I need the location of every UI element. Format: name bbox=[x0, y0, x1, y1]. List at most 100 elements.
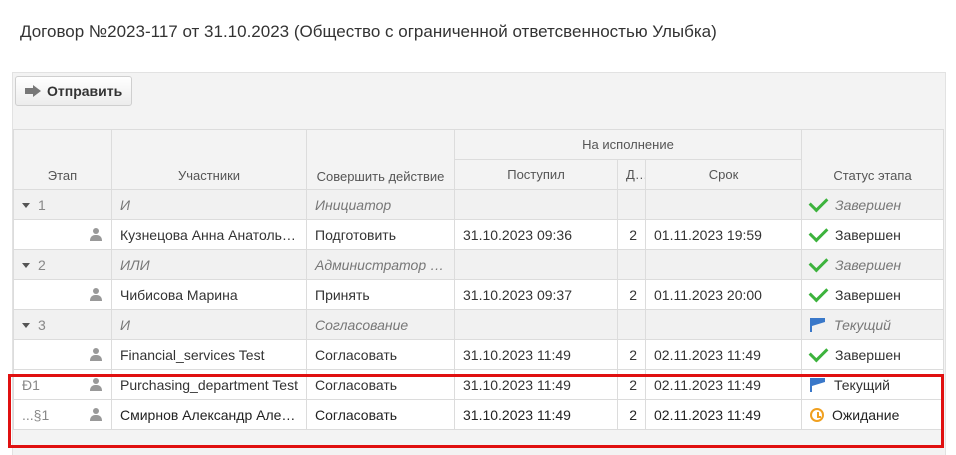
status-cell: Завершен bbox=[801, 279, 944, 310]
days-cell bbox=[617, 249, 646, 280]
status-text: Завершен bbox=[835, 196, 902, 213]
stage-cell: 1 bbox=[13, 189, 112, 220]
status-text: Завершен bbox=[835, 226, 901, 243]
person-icon bbox=[89, 287, 103, 302]
status-cell: Текущий bbox=[801, 369, 944, 400]
action-cell: Согласовать bbox=[306, 369, 455, 400]
stage-number: 2 bbox=[38, 256, 46, 273]
send-button[interactable]: Отправить bbox=[15, 76, 133, 106]
header-stage[interactable]: Этап bbox=[13, 129, 112, 190]
approval-panel: Отправить Этап Участники Совершить дейст… bbox=[12, 72, 946, 455]
stage-label: ...§1 bbox=[22, 406, 50, 423]
status-cell: Завершен bbox=[801, 339, 944, 370]
stage-cell bbox=[13, 339, 112, 370]
participant-cell: И bbox=[111, 309, 307, 340]
stage-group-row[interactable]: 2 ИЛИАдминистратор системы Завершен bbox=[13, 249, 944, 280]
table-row[interactable]: Чибисова Марина Принять 31.10.2023 09:37 2 0… bbox=[13, 279, 944, 310]
deadline-cell: 02.11.2023 11:49 bbox=[645, 339, 802, 370]
deadline-cell: 01.11.2023 19:59 bbox=[645, 219, 802, 250]
stage-cell: Ð1 bbox=[13, 369, 112, 400]
deadline-cell: 02.11.2023 11:49 bbox=[645, 399, 802, 430]
approval-table: Этап Участники Совершить действие На исп… bbox=[13, 129, 944, 430]
check-icon bbox=[808, 192, 829, 213]
status-cell: Завершен bbox=[801, 219, 944, 250]
arrow-right-icon bbox=[25, 85, 41, 97]
participant-cell: Purchasing_department Test bbox=[111, 369, 307, 400]
person-icon bbox=[89, 407, 103, 422]
received-cell bbox=[454, 189, 618, 220]
participant-cell: Financial_services Test bbox=[111, 339, 307, 370]
stage-number: 1 bbox=[38, 196, 46, 213]
clock-icon bbox=[810, 407, 824, 422]
action-cell: Принять bbox=[306, 279, 455, 310]
status-text: Завершен bbox=[835, 286, 901, 303]
toolbar: Отправить bbox=[15, 76, 133, 106]
received-cell: 31.10.2023 11:49 bbox=[454, 339, 618, 370]
header-days[interactable]: Дн bbox=[617, 159, 646, 190]
status-cell: Текущий bbox=[801, 309, 944, 340]
status-text: Текущий bbox=[834, 316, 891, 333]
stage-number: 3 bbox=[38, 316, 46, 333]
stage-label: Ð1 bbox=[22, 376, 40, 393]
status-text: Завершен bbox=[835, 346, 901, 363]
received-cell: 31.10.2023 11:49 bbox=[454, 399, 618, 430]
header-action[interactable]: Совершить действие bbox=[306, 129, 455, 190]
action-cell: Подготовить bbox=[306, 219, 455, 250]
status-text: Завершен bbox=[835, 256, 902, 273]
table-body: 1 И Инициатор Завершен Кузнецова Анна Анатол… bbox=[13, 189, 944, 430]
header-participants[interactable]: Участники bbox=[111, 129, 307, 190]
action-cell: Инициатор bbox=[306, 189, 455, 220]
person-icon bbox=[89, 347, 103, 362]
status-cell: Завершен bbox=[801, 189, 944, 220]
days-cell: 2 bbox=[617, 279, 646, 310]
days-cell bbox=[617, 189, 646, 220]
stage-group-row[interactable]: 1 И Инициатор Завершен bbox=[13, 189, 944, 220]
status-cell: Ожидание bbox=[801, 399, 944, 430]
stage-cell bbox=[13, 279, 112, 310]
deadline-cell bbox=[645, 249, 802, 280]
stage-cell bbox=[13, 219, 112, 250]
action-cell: Согласование bbox=[306, 309, 455, 340]
status-text: Ожидание bbox=[832, 406, 900, 423]
header-received[interactable]: Поступил bbox=[454, 159, 618, 190]
deadline-cell: 01.11.2023 20:00 bbox=[645, 279, 802, 310]
days-cell bbox=[617, 309, 646, 340]
status-text: Текущий bbox=[834, 376, 890, 393]
person-icon bbox=[89, 377, 103, 392]
days-cell: 2 bbox=[617, 219, 646, 250]
received-cell bbox=[454, 309, 618, 340]
caret-down-icon[interactable] bbox=[22, 263, 30, 269]
header-execution: На исполнение bbox=[454, 129, 802, 160]
participant-cell: И bbox=[111, 189, 307, 220]
received-cell: 31.10.2023 09:36 bbox=[454, 219, 618, 250]
header-status[interactable]: Статус этапа bbox=[801, 129, 944, 190]
page-title: Договор №2023-117 от 31.10.2023 (Обществ… bbox=[20, 22, 717, 41]
caret-down-icon[interactable] bbox=[22, 323, 30, 329]
days-cell: 2 bbox=[617, 339, 646, 370]
send-button-label: Отправить bbox=[47, 83, 123, 99]
participant-cell: Чибисова Марина bbox=[111, 279, 307, 310]
table-row[interactable]: ...§1 Смирнов Александр АлександровичСогл… bbox=[13, 399, 944, 430]
status-cell: Завершен bbox=[801, 249, 944, 280]
table-row[interactable]: Financial_services Test Согласовать 31.10.… bbox=[13, 339, 944, 370]
check-icon bbox=[808, 282, 829, 303]
header-deadline[interactable]: Срок bbox=[645, 159, 802, 190]
table-row[interactable]: Ð1 Purchasing_department Test Согласовать 3… bbox=[13, 369, 944, 400]
check-icon bbox=[808, 222, 829, 243]
person-icon bbox=[89, 227, 103, 242]
stage-group-row[interactable]: 3 И Согласование Текущий bbox=[13, 309, 944, 340]
received-cell: 31.10.2023 09:37 bbox=[454, 279, 618, 310]
action-cell: Администратор системы bbox=[306, 249, 455, 280]
deadline-cell: 02.11.2023 11:49 bbox=[645, 369, 802, 400]
stage-cell: 3 bbox=[13, 309, 112, 340]
flag-icon bbox=[810, 317, 826, 332]
deadline-cell bbox=[645, 189, 802, 220]
stage-cell: 2 bbox=[13, 249, 112, 280]
received-cell bbox=[454, 249, 618, 280]
action-cell: Согласовать bbox=[306, 339, 455, 370]
table-row[interactable]: Кузнецова Анна Анатольевна Подготовить 31.… bbox=[13, 219, 944, 250]
participant-cell: Смирнов Александр Александрович bbox=[111, 399, 307, 430]
received-cell: 31.10.2023 11:49 bbox=[454, 369, 618, 400]
check-icon bbox=[808, 342, 829, 363]
caret-down-icon[interactable] bbox=[22, 203, 30, 209]
